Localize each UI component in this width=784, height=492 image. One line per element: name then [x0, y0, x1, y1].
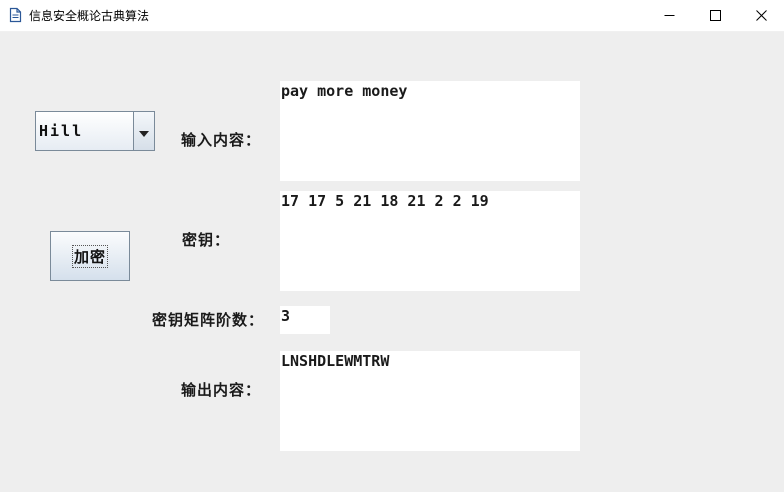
close-icon [755, 6, 767, 25]
key-label: 密钥： [182, 231, 231, 249]
encrypt-button[interactable]: 加密 [50, 231, 130, 281]
matrix-order-field[interactable]: 3 [280, 306, 330, 334]
window-title: 信息安全概论古典算法 [29, 9, 150, 23]
app-window: 信息安全概论古典算法 Hill 加密 输入内容： pay more money … [0, 0, 784, 492]
minimize-icon [664, 6, 675, 25]
triangle-down-icon [139, 122, 149, 141]
document-icon [9, 7, 22, 23]
main-panel: Hill 加密 输入内容： pay more money 密钥： 17 17 5… [0, 32, 784, 492]
maximize-icon [709, 6, 721, 25]
output-textarea[interactable]: LNSHDLEWMTRW [280, 351, 580, 451]
matrix-order-label: 密钥矩阵阶数： [152, 311, 265, 329]
maximize-button[interactable] [692, 0, 738, 31]
key-textarea[interactable]: 17 17 5 21 18 21 2 2 19 [280, 191, 580, 291]
minimize-button[interactable] [646, 0, 692, 31]
algorithm-select[interactable]: Hill [35, 111, 155, 151]
encrypt-button-label: 加密 [71, 244, 108, 268]
close-button[interactable] [738, 0, 784, 31]
dropdown-arrow-button[interactable] [133, 112, 154, 150]
title-bar: 信息安全概论古典算法 [0, 0, 784, 32]
input-label: 输入内容： [181, 131, 262, 149]
output-label: 输出内容： [181, 381, 262, 399]
input-textarea[interactable]: pay more money [280, 81, 580, 181]
algorithm-select-value: Hill [39, 122, 84, 140]
